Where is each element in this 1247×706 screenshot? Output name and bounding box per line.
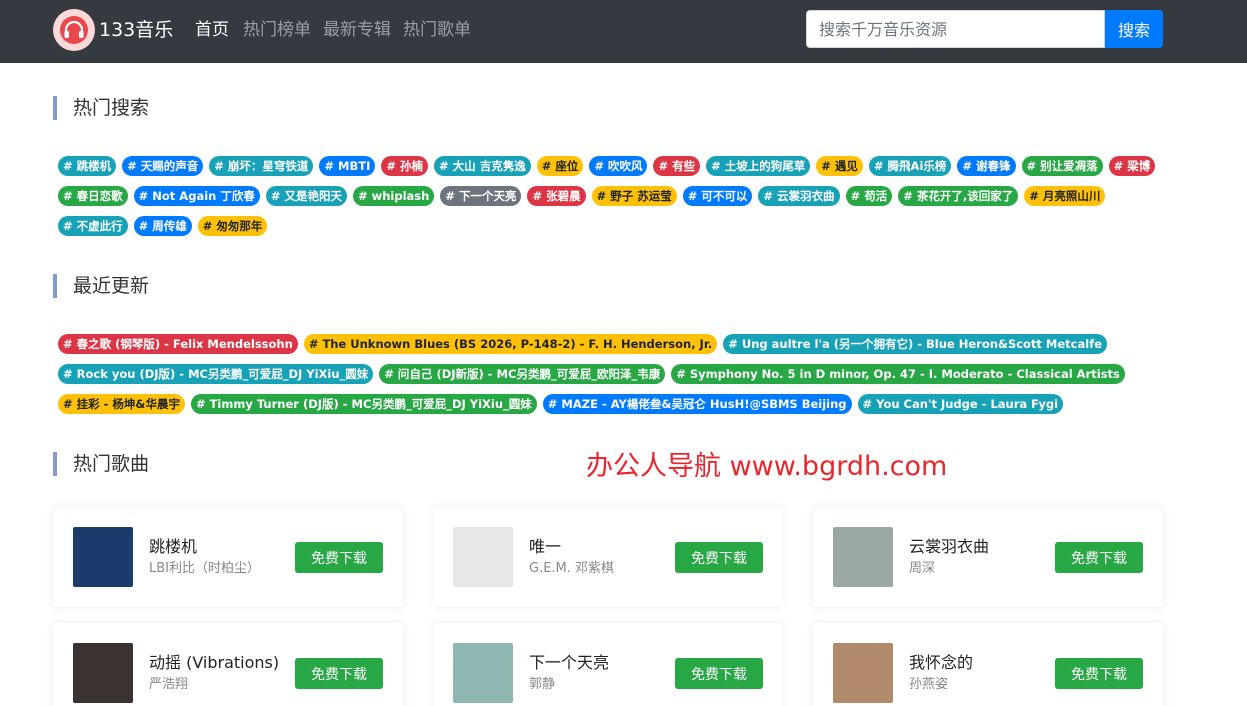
album-cover[interactable] <box>73 643 133 703</box>
tag-link[interactable]: # MBTI <box>319 156 376 176</box>
tag-link[interactable]: # 茶花开了,该回家了 <box>898 186 1019 206</box>
tag-link[interactable]: # 苟活 <box>845 186 893 206</box>
song-card: 动摇 (Vibrations) 严浩翔 免费下载 <box>53 623 403 706</box>
recent-row-3: # 挂彩 - 杨坤&华晨宇 # Timmy Turner (DJ版) - MC另类… <box>58 394 1064 414</box>
song-artist: G.E.M. 邓紫棋 <box>529 561 615 576</box>
album-cover[interactable] <box>453 527 513 587</box>
tag-link[interactable]: # Timmy Turner (DJ版) - MC另类鹏_可爱屁_DJ YiXi… <box>190 394 537 414</box>
song-title[interactable]: 我怀念的 <box>909 653 973 673</box>
brand-name[interactable]: 133音乐 <box>99 18 173 42</box>
tag-link[interactable]: # 张碧晨 <box>527 186 586 206</box>
tag-link[interactable]: # 座位 <box>536 156 584 176</box>
recent-row-2: # Rock you (DJ版) - MC另类鹏_可爱屁_DJ YiXiu_圆妹… <box>58 364 1125 384</box>
tag-link[interactable]: # 土坡上的狗尾草 <box>706 156 811 176</box>
song-title[interactable]: 跳楼机 <box>149 537 197 557</box>
nav-hot-charts[interactable]: 热门榜单 <box>243 19 311 41</box>
tag-link[interactable]: # Rock you (DJ版) - MC另类鹏_可爱屁_DJ YiXiu_圆妹 <box>58 364 374 384</box>
tag-link[interactable]: # 有些 <box>653 156 701 176</box>
nav-new-albums[interactable]: 最新专辑 <box>323 19 391 41</box>
tag-link[interactable]: # 周传雄 <box>133 216 192 236</box>
song-title[interactable]: 下一个天亮 <box>529 653 609 673</box>
tag-link[interactable]: # 匆匆那年 <box>197 216 268 236</box>
tag-link[interactable]: # 月亮照山川 <box>1024 186 1106 206</box>
search-button[interactable]: 搜索 <box>1105 10 1163 48</box>
song-artist: 郭静 <box>529 677 556 692</box>
tag-link[interactable]: # Not Again 丁欣春 <box>133 186 260 206</box>
tag-link[interactable]: # 梁博 <box>1108 156 1156 176</box>
nav-home[interactable]: 首页 <box>195 19 229 41</box>
song-card: 下一个天亮 郭静 免费下载 <box>433 623 783 706</box>
tag-link[interactable]: # You Can't Judge - Laura Fygi <box>857 394 1064 414</box>
tag-link[interactable]: # MAZE - AY楊佬叁&吴冠仑 HusH!@SBMS Beijing <box>542 394 852 414</box>
song-card: 我怀念的 孙燕姿 免费下载 <box>813 623 1163 706</box>
song-artist: LBI利比（时柏尘） <box>149 561 260 576</box>
hot-search-row-1: # 跳楼机 # 天赐的声音 # 崩坏：星穹铁道 # MBTI # 孙楠 # 大山 吉克隽逸… <box>58 156 1156 176</box>
tag-link[interactable]: # 下一个天亮 <box>440 186 522 206</box>
tag-link[interactable]: # 孙楠 <box>381 156 429 176</box>
free-download-button[interactable]: 免费下载 <box>1055 542 1143 573</box>
tag-link[interactable]: # 挂彩 - 杨坤&华晨宇 <box>58 394 185 414</box>
tag-link[interactable]: # 谢春锋 <box>957 156 1016 176</box>
song-card: 云裳羽衣曲 周深 免费下载 <box>813 507 1163 607</box>
song-card: 跳楼机 LBI利比（时柏尘） 免费下载 <box>53 507 403 607</box>
headphones-logo-icon[interactable] <box>53 9 95 51</box>
tag-link[interactable]: # whiplash <box>352 186 435 206</box>
song-card: 唯一 G.E.M. 邓紫棋 免费下载 <box>433 507 783 607</box>
tag-link[interactable]: # 天赐的声音 <box>122 156 204 176</box>
tag-link[interactable]: # 跳楼机 <box>58 156 117 176</box>
tag-link[interactable]: # 不虚此行 <box>58 216 128 236</box>
song-artist: 严浩翔 <box>149 677 189 692</box>
song-title[interactable]: 云裳羽衣曲 <box>909 537 989 557</box>
tag-link[interactable]: # 问自己 (DJ新版) - MC另类鹏_可爱屁_欧阳泽_韦康 <box>379 364 666 384</box>
tag-link[interactable]: # The Unknown Blues (BS 2026, P-148-2) -… <box>303 334 718 354</box>
watermark-text: 办公人导航 www.bgrdh.com <box>586 451 948 482</box>
recent-row-1: # 春之歌 (钢琴版) - Felix Mendelssohn # The Unk… <box>58 334 1107 354</box>
tag-link[interactable]: # 野子 苏运莹 <box>591 186 677 206</box>
top-navbar: 133音乐 首页 热门榜单 最新专辑 热门歌单 搜索 <box>0 0 1247 63</box>
tag-link[interactable]: # Symphony No. 5 in D minor, Op. 47 - I.… <box>671 364 1125 384</box>
free-download-button[interactable]: 免费下载 <box>295 542 383 573</box>
tag-link[interactable]: # 又是艳阳天 <box>265 186 347 206</box>
tag-link[interactable]: # 可不可以 <box>682 186 753 206</box>
free-download-button[interactable]: 免费下载 <box>675 658 763 689</box>
tag-link[interactable]: # 吹吹风 <box>589 156 648 176</box>
nav-hot-playlists[interactable]: 热门歌单 <box>403 19 471 41</box>
tag-link[interactable]: # Ung aultre l'a (另一个拥有它) - Blue Heron&S… <box>723 334 1107 354</box>
tag-link[interactable]: # 腾飛Ai乐榜 <box>868 156 952 176</box>
search-input[interactable] <box>806 10 1105 48</box>
tag-link[interactable]: # 别让爱凋落 <box>1021 156 1103 176</box>
tag-link[interactable]: # 云裳羽衣曲 <box>758 186 840 206</box>
song-artist: 周深 <box>909 561 936 576</box>
tag-link[interactable]: # 春之歌 (钢琴版) - Felix Mendelssohn <box>58 334 298 354</box>
recent-updates-title: 最近更新 <box>53 274 149 298</box>
hot-songs-title: 热门歌曲 <box>53 452 149 476</box>
tag-link[interactable]: # 大山 吉克隽逸 <box>434 156 531 176</box>
album-cover[interactable] <box>833 527 893 587</box>
hot-search-title: 热门搜索 <box>53 96 149 120</box>
tag-link[interactable]: # 遇见 <box>816 156 863 176</box>
album-cover[interactable] <box>73 527 133 587</box>
free-download-button[interactable]: 免费下载 <box>295 658 383 689</box>
song-title[interactable]: 动摇 (Vibrations) <box>149 653 279 673</box>
album-cover[interactable] <box>833 643 893 703</box>
hot-search-row-2: # 春日恋歌 # Not Again 丁欣春 # 又是艳阳天 # whiplash # … <box>58 186 1106 206</box>
tag-link[interactable]: # 崩坏：星穹铁道 <box>209 156 314 176</box>
hot-search-row-3: # 不虚此行 # 周传雄 # 匆匆那年 <box>58 216 268 236</box>
song-title[interactable]: 唯一 <box>529 537 561 557</box>
tag-link[interactable]: # 春日恋歌 <box>58 186 128 206</box>
song-artist: 孙燕姿 <box>909 677 949 692</box>
album-cover[interactable] <box>453 643 513 703</box>
free-download-button[interactable]: 免费下载 <box>675 542 763 573</box>
free-download-button[interactable]: 免费下载 <box>1055 658 1143 689</box>
